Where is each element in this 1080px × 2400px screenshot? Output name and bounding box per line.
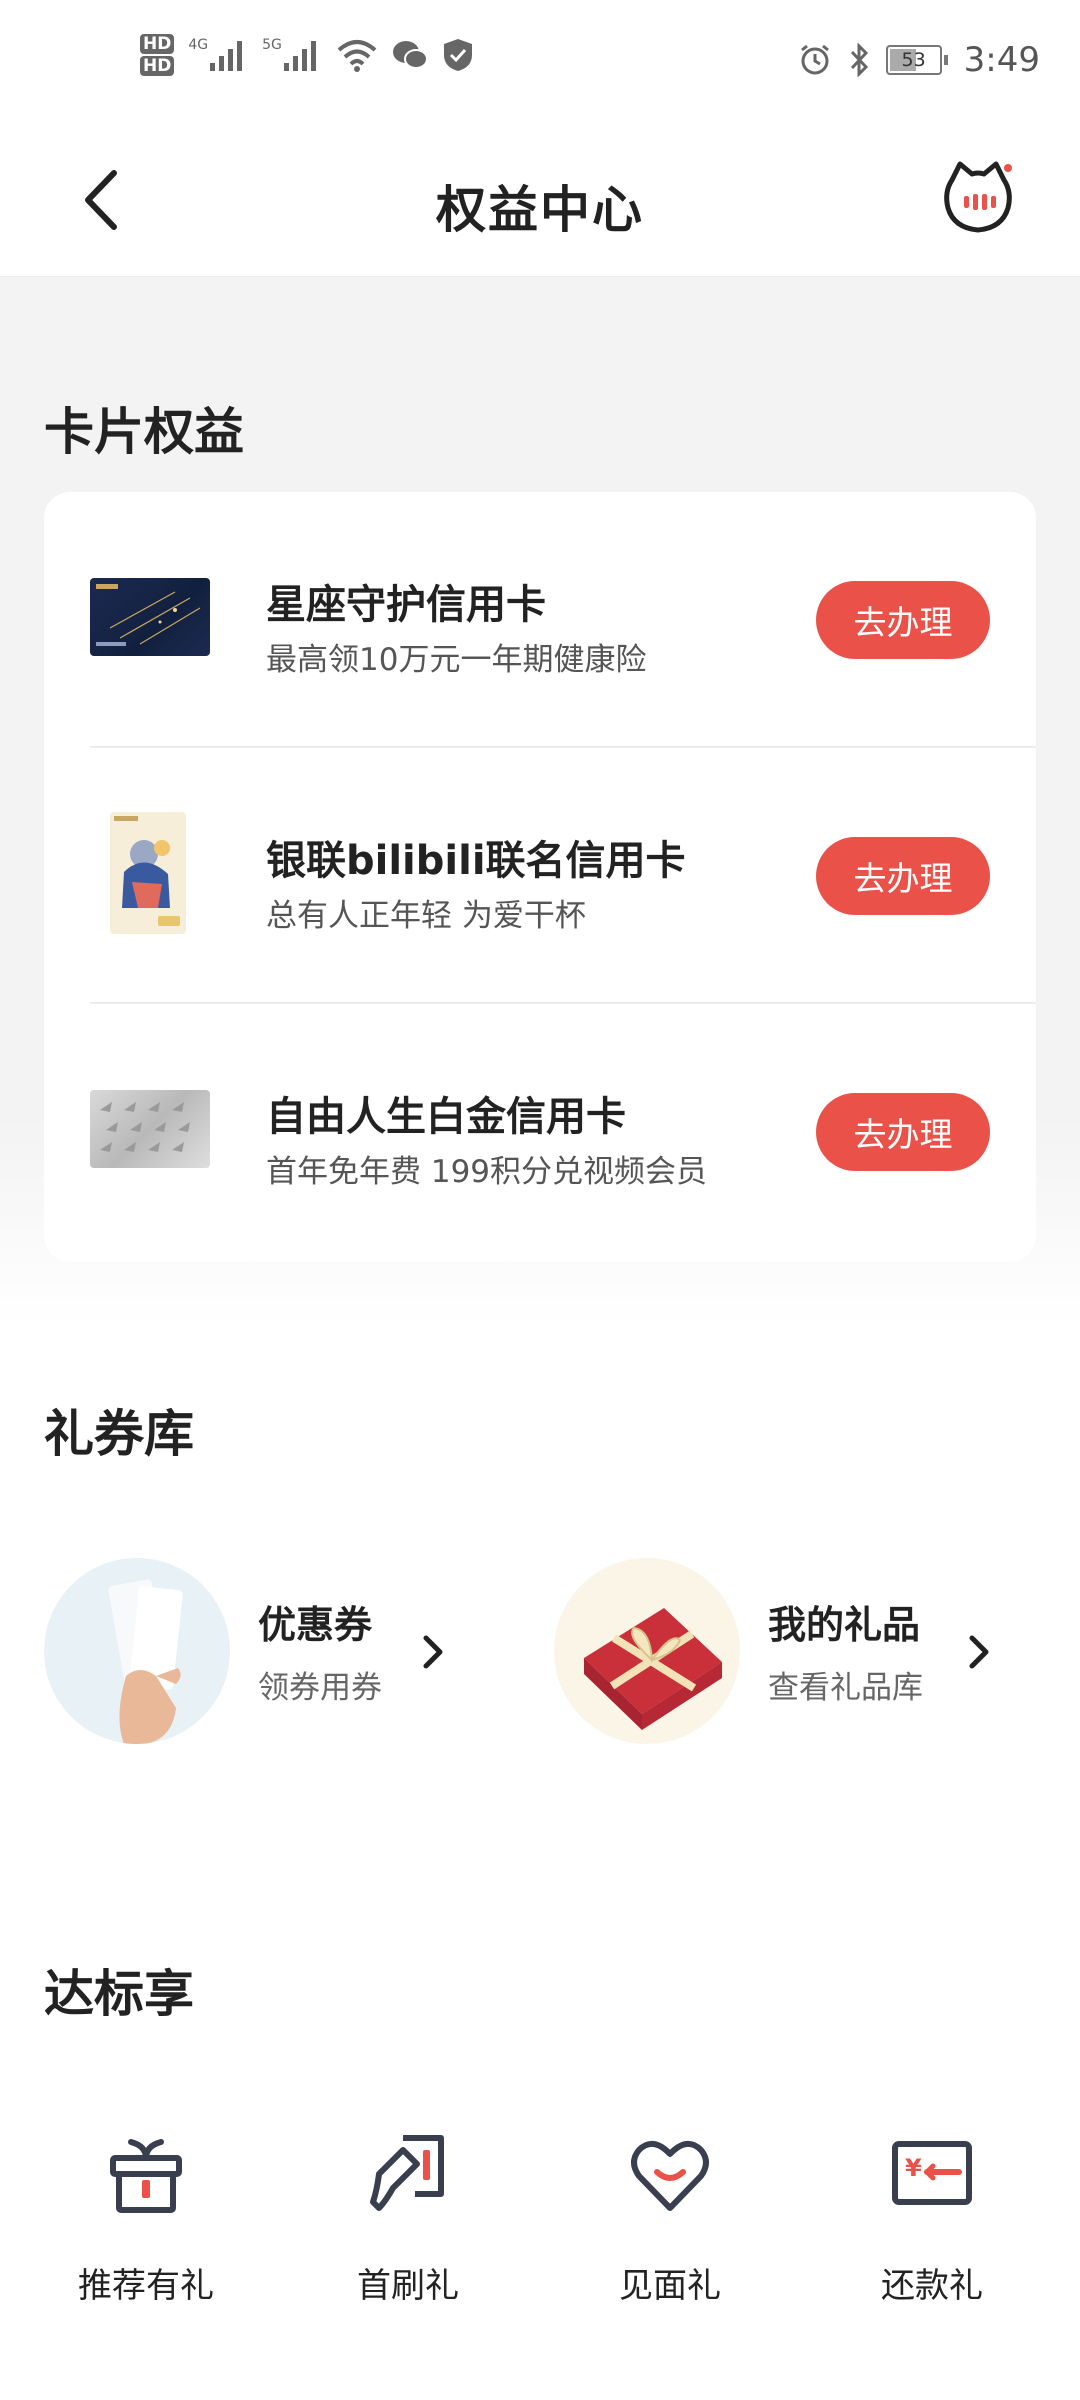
battery-level-text: 53 [901, 49, 926, 71]
signal-4g-icon: 4G [188, 37, 248, 73]
status-right-group: 53 3:49 [798, 40, 1040, 80]
page-title: 权益中心 [436, 181, 644, 239]
card-row-bilibili[interactable]: 银联bilibili联名信用卡 总有人正年轻 为爱干杯 去办理 [44, 748, 1036, 1004]
gift-title: 我的礼品 [768, 1603, 921, 1647]
chevron-right-icon [423, 1635, 443, 1669]
reward-referral[interactable]: 推荐有礼 [31, 2128, 261, 2308]
net-5g-label: 5G [262, 37, 282, 53]
card-swipe-icon [370, 2135, 444, 2211]
battery-icon: 53 [885, 45, 948, 75]
apply-button[interactable]: 去办理 [816, 1093, 990, 1171]
wifi-icon [336, 38, 378, 72]
bluetooth-icon [848, 43, 870, 77]
card-row-constellation[interactable]: 星座守护信用卡 最高领10万元一年期健康险 去办理 [44, 492, 1036, 748]
gift-image [554, 1558, 740, 1744]
wechat-icon [392, 39, 428, 71]
coupon-entry[interactable]: 优惠券 领券用券 [44, 1558, 464, 1744]
reward-label: 还款礼 [881, 2266, 983, 2306]
card-name: 星座守护信用卡 [266, 582, 546, 628]
status-bar: HD HD 4G 5G 53 3:49 [0, 0, 1080, 130]
reward-label: 推荐有礼 [78, 2266, 214, 2306]
signal-5g-icon: 5G [262, 37, 322, 73]
card-image-platinum [90, 1090, 210, 1168]
card-benefits-list: 星座守护信用卡 最高领10万元一年期健康险 去办理 银联bilibili联名信用… [44, 492, 1036, 1262]
net-4g-label: 4G [188, 37, 209, 53]
card-desc: 总有人正年轻 为爱干杯 [266, 898, 586, 934]
apply-button[interactable]: 去办理 [816, 581, 990, 659]
reward-label: 见面礼 [619, 2266, 721, 2306]
gift-subtitle: 查看礼品库 [768, 1670, 923, 1706]
repay-card-icon: ¥ [892, 2141, 972, 2205]
status-left-group: HD HD 4G 5G [140, 34, 474, 76]
hd-indicators: HD HD [140, 34, 175, 76]
coupon-library-title: 礼券库 [44, 1405, 194, 1463]
nav-bar: 权益中心 [0, 130, 1080, 277]
gift-icon [110, 2139, 182, 2213]
milestone-rewards-title: 达标享 [44, 1965, 194, 2023]
card-desc: 首年免年费 199积分兑视频会员 [266, 1154, 708, 1190]
alarm-icon [798, 43, 832, 77]
card-benefits-title: 卡片权益 [44, 403, 244, 461]
reward-welcome[interactable]: 见面礼 [555, 2128, 785, 2308]
chevron-right-icon [969, 1635, 989, 1669]
hd1-badge: HD [140, 34, 175, 54]
coupon-subtitle: 领券用券 [258, 1670, 382, 1706]
status-time: 3:49 [963, 40, 1040, 80]
card-row-platinum[interactable]: 自由人生白金信用卡 首年免年费 199积分兑视频会员 去办理 [44, 1004, 1036, 1260]
reward-label: 首刷礼 [357, 2266, 459, 2306]
reward-repayment[interactable]: ¥ 还款礼 [817, 2128, 1047, 2308]
card-name: 自由人生白金信用卡 [266, 1094, 626, 1140]
my-gifts-entry[interactable]: 我的礼品 查看礼品库 [554, 1558, 1004, 1744]
coupon-image [44, 1558, 230, 1744]
card-desc: 最高领10万元一年期健康险 [266, 642, 647, 678]
customer-service-button[interactable] [938, 158, 1018, 238]
heart-icon [631, 2141, 709, 2211]
card-name: 银联bilibili联名信用卡 [266, 838, 686, 884]
card-image-bilibili [110, 812, 186, 934]
coupon-title: 优惠券 [258, 1603, 373, 1647]
shield-icon [442, 37, 474, 73]
card-image-constellation [90, 578, 210, 656]
hd2-badge: HD [140, 56, 175, 76]
cat-mascot-icon [944, 161, 1012, 233]
apply-button[interactable]: 去办理 [816, 837, 990, 915]
reward-first-swipe[interactable]: 首刷礼 [293, 2128, 523, 2308]
svg-text:¥: ¥ [905, 2154, 922, 2182]
